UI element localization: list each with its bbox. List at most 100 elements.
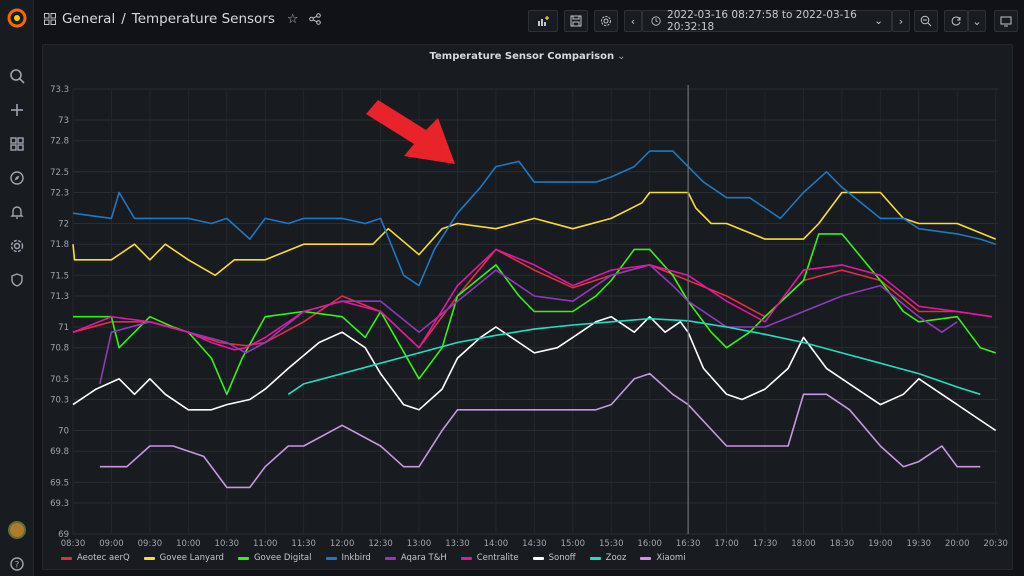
x-tick-label: 08:30 [61, 539, 86, 549]
time-shift-back-button[interactable]: ‹ [624, 10, 642, 32]
svg-text:?: ? [15, 561, 20, 571]
legend-item[interactable]: Govee Lanyard [143, 553, 224, 563]
clock-icon [651, 16, 661, 26]
legend-swatch [589, 556, 601, 560]
chevron-down-icon: ⌄ [874, 15, 883, 27]
legend-swatch [532, 556, 544, 560]
x-tick-label: 11:30 [291, 539, 316, 549]
legend-swatch [640, 556, 652, 560]
star-icon[interactable]: ☆ [287, 12, 299, 27]
y-tick-label: 69.8 [50, 447, 69, 457]
alert-bell-icon[interactable] [7, 202, 27, 222]
zoom-out-button[interactable] [914, 10, 938, 32]
plus-icon[interactable] [7, 100, 27, 120]
legend-swatch [237, 556, 249, 560]
x-tick-label: 20:30 [983, 539, 1008, 549]
dashboard-title[interactable]: Temperature Sensors [132, 11, 275, 27]
legend-swatch [61, 556, 72, 560]
legend-label: Xiaomi [656, 553, 686, 563]
series-line-zooz[interactable] [287, 317, 981, 396]
x-tick-label: 09:00 [99, 539, 124, 549]
legend-swatch [384, 556, 396, 560]
shield-icon[interactable] [7, 270, 27, 290]
time-range-picker[interactable]: 2022-03-16 08:27:58 to 2022-03-16 20:32:… [642, 9, 892, 33]
share-icon[interactable] [308, 13, 321, 25]
search-icon[interactable] [7, 66, 27, 86]
grafana-app: ? General / Temperature Sensors ☆ ‹ 2022… [0, 0, 1024, 576]
x-tick-label: 17:30 [753, 539, 778, 549]
legend-item[interactable]: Centralite [460, 553, 519, 563]
legend-item[interactable]: Zooz [589, 553, 627, 563]
x-tick-label: 16:00 [637, 539, 662, 549]
legend-label: Aqara T&H [400, 553, 447, 563]
x-tick-label: 14:30 [522, 539, 547, 549]
legend-swatch [143, 556, 155, 560]
x-tick-label: 19:00 [868, 539, 893, 549]
x-tick-label: 20:00 [945, 539, 970, 549]
y-tick-label: 69.3 [50, 499, 69, 509]
y-tick-label: 70.8 [50, 344, 69, 354]
legend-label: Govee Lanyard [159, 553, 224, 563]
refresh-interval-dropdown[interactable]: ⌄ [968, 10, 986, 32]
legend-item[interactable]: Govee Digital [237, 553, 312, 563]
y-tick-label: 70 [58, 427, 69, 437]
zoom-out-icon [920, 15, 932, 27]
series-line-aqara-t-h[interactable] [99, 264, 958, 385]
breadcrumb: General / Temperature Sensors ☆ [44, 11, 321, 27]
y-tick-label: 71 [58, 323, 69, 333]
settings-icon [601, 16, 611, 26]
dashboards-grid-icon [44, 13, 56, 25]
add-panel-icon [538, 16, 549, 26]
legend-swatch [325, 556, 337, 560]
dashboards-icon[interactable] [7, 134, 27, 154]
top-navbar: General / Temperature Sensors ☆ ‹ 2022-0… [34, 0, 1024, 40]
x-tick-label: 19:30 [907, 539, 932, 549]
save-dashboard-button[interactable] [564, 10, 588, 32]
x-tick-label: 10:00 [176, 539, 201, 549]
y-tick-label: 69.5 [50, 478, 69, 488]
legend-label: Centralite [476, 553, 519, 563]
y-tick-label: 71.3 [50, 292, 69, 302]
time-shift-forward-button[interactable]: › [892, 10, 910, 32]
time-range-label: 2022-03-16 08:27:58 to 2022-03-16 20:32:… [667, 9, 857, 33]
grafana-logo[interactable] [7, 8, 27, 28]
legend-item[interactable]: Inkbird [325, 553, 371, 563]
legend-label: Zooz [605, 553, 627, 563]
x-tick-label: 11:00 [253, 539, 278, 549]
explore-icon[interactable] [7, 168, 27, 188]
series-line-centralite[interactable] [72, 248, 992, 351]
legend-item[interactable]: Xiaomi [640, 553, 686, 563]
x-tick-label: 09:30 [138, 539, 163, 549]
legend-label: Sonoff [548, 553, 576, 563]
refresh-icon [951, 16, 961, 26]
x-tick-label: 15:00 [561, 539, 586, 549]
legend-swatch [460, 556, 472, 560]
y-tick-label: 73 [58, 116, 69, 126]
x-tick-label: 18:30 [830, 539, 855, 549]
dashboard-settings-button[interactable] [594, 10, 618, 32]
help-icon[interactable]: ? [7, 554, 27, 574]
legend-label: Govee Digital [253, 553, 312, 563]
legend-item[interactable]: Aeotec aerQ [61, 553, 130, 563]
line-chart[interactable]: 6969.369.569.87070.370.570.87171.371.571… [43, 45, 1014, 571]
x-tick-label: 12:00 [330, 539, 355, 549]
y-tick-label: 72.8 [50, 137, 69, 147]
legend-label: Inkbird [341, 553, 371, 563]
breadcrumb-separator: / [121, 11, 126, 27]
x-tick-label: 17:00 [714, 539, 739, 549]
refresh-button[interactable] [944, 10, 968, 32]
user-avatar[interactable] [8, 521, 26, 539]
y-tick-label: 72 [58, 220, 69, 230]
add-panel-button[interactable] [528, 10, 558, 32]
legend-item[interactable]: Aqara T&H [384, 553, 447, 563]
gear-icon[interactable] [7, 236, 27, 256]
graph-panel: Temperature Sensor Comparison ⌄ 69 69.3 69.… [42, 44, 1013, 570]
y-tick-label: 73.3 [50, 85, 69, 95]
sidebar: ? [0, 0, 34, 576]
breadcrumb-folder[interactable]: General [62, 11, 115, 27]
x-tick-label: 15:30 [599, 539, 624, 549]
tv-mode-button[interactable] [994, 10, 1018, 32]
tv-icon [1000, 16, 1012, 27]
y-tick-label: 70.5 [50, 375, 69, 385]
legend-item[interactable]: Sonoff [532, 553, 576, 563]
